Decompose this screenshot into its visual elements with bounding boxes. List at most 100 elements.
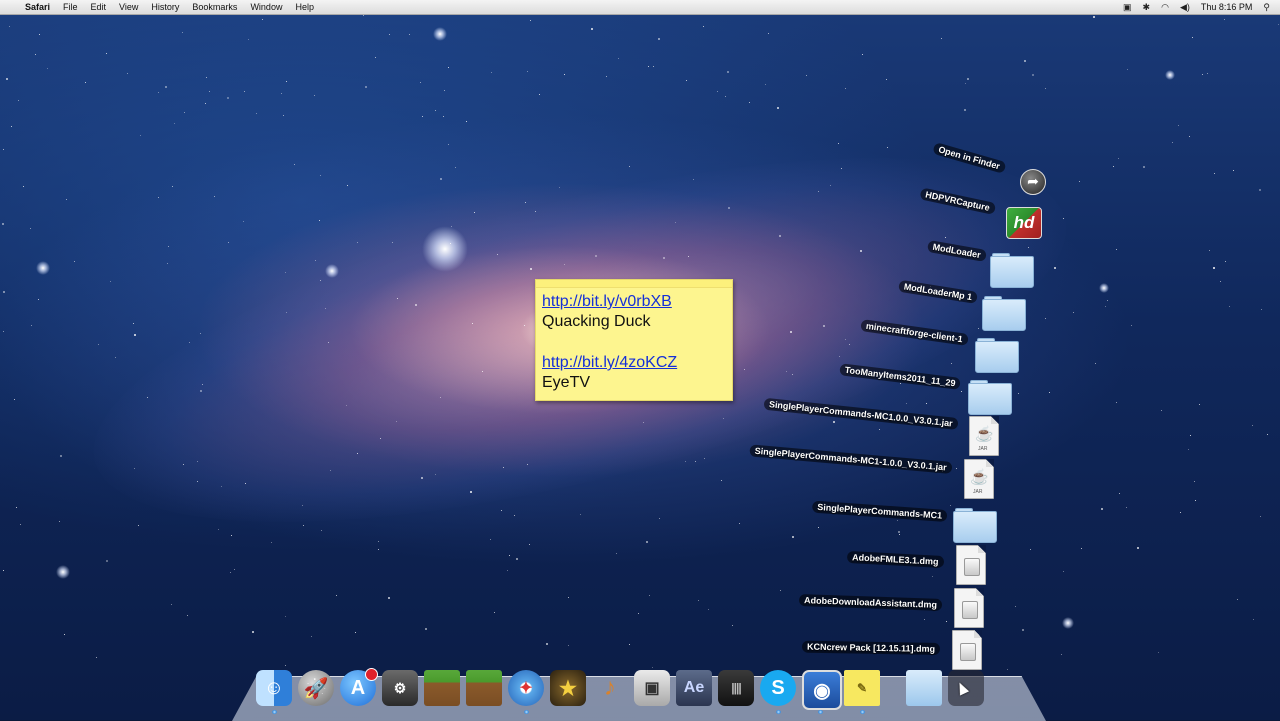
sticky-link-1[interactable]: http://bit.ly/v0rbXB: [542, 292, 726, 312]
star: [1214, 173, 1215, 174]
star: [1261, 309, 1262, 310]
star: [1178, 125, 1179, 126]
star: [530, 20, 531, 21]
star: [389, 34, 390, 35]
star: [218, 529, 219, 530]
dock-minecraft[interactable]: [424, 670, 462, 708]
trash-icon[interactable]: [990, 670, 1026, 706]
dock-safari[interactable]: ✦: [508, 670, 546, 714]
dmg-file-icon[interactable]: [950, 545, 990, 585]
star: [209, 91, 210, 92]
menu-edit[interactable]: Edit: [91, 0, 107, 14]
dock-after-effects[interactable]: Ae: [676, 670, 714, 708]
star: [708, 609, 709, 610]
star: [206, 77, 207, 78]
star: [494, 612, 495, 613]
volume-icon[interactable]: ◀): [1180, 0, 1190, 14]
star: [106, 560, 108, 562]
star: [862, 54, 863, 55]
folder-icon[interactable]: [982, 291, 1026, 331]
dmg-file-icon[interactable]: [946, 630, 986, 670]
jar-file-icon[interactable]: ☕ JAR: [958, 459, 998, 499]
stickies-icon[interactable]: ✎: [844, 670, 880, 706]
star: [1207, 73, 1208, 74]
star: [187, 615, 188, 616]
menu-clock[interactable]: Thu 8:16 PM: [1201, 0, 1253, 14]
star: [311, 636, 312, 637]
dock-app-store[interactable]: A: [340, 668, 378, 708]
folder-icon[interactable]: [953, 503, 997, 543]
star: [1199, 404, 1200, 405]
bluetooth-icon[interactable]: ✱: [1143, 0, 1151, 14]
skype-icon[interactable]: S: [760, 670, 796, 706]
menu-window[interactable]: Window: [250, 0, 282, 14]
sticky-titlebar[interactable]: [536, 280, 732, 288]
imovie-icon[interactable]: ★: [550, 670, 586, 706]
mixer-icon[interactable]: ||||: [718, 670, 754, 706]
dock-finder[interactable]: ☺: [256, 670, 294, 714]
folder-icon[interactable]: [906, 670, 942, 706]
screen-record-icon[interactable]: ▣: [1123, 0, 1132, 14]
menu-file[interactable]: File: [63, 0, 78, 14]
sticky-link-2[interactable]: http://bit.ly/4zoKCZ: [542, 353, 726, 373]
wifi-icon[interactable]: ◠: [1161, 0, 1169, 14]
hd-app-icon[interactable]: hd: [1006, 207, 1046, 247]
preview-icon[interactable]: ◉: [802, 670, 842, 710]
dock-garageband[interactable]: ♪: [592, 670, 630, 708]
launchpad-icon[interactable]: 🚀: [298, 670, 334, 706]
dock-skype[interactable]: S: [760, 670, 798, 714]
dock-photo-booth[interactable]: ▣: [634, 670, 672, 708]
star: [1127, 69, 1128, 70]
star: [365, 86, 367, 88]
dock-steam[interactable]: ⚙: [382, 670, 420, 708]
safari-icon[interactable]: ✦: [508, 670, 544, 706]
dmg-file-icon[interactable]: [948, 588, 988, 628]
star: [595, 255, 597, 257]
fan-label-kcncrew-pack[interactable]: KCNcrew Pack [12.15.11].dmg: [801, 640, 941, 655]
dock-minecraft-alt[interactable]: [466, 670, 504, 708]
minecraft-alt-icon[interactable]: [466, 670, 502, 706]
menu-help[interactable]: Help: [295, 0, 314, 14]
menu-bookmarks[interactable]: Bookmarks: [192, 0, 237, 14]
menu-app-name[interactable]: Safari: [25, 0, 50, 14]
folder-icon[interactable]: [975, 333, 1019, 373]
folder-icon[interactable]: [990, 248, 1034, 288]
star: [138, 525, 139, 526]
star: [723, 418, 724, 419]
menu-view[interactable]: View: [119, 0, 138, 14]
dock-mixer[interactable]: ||||: [718, 670, 756, 708]
sticky-note[interactable]: http://bit.ly/v0rbXB Quacking Duck http:…: [535, 279, 733, 401]
star: [514, 515, 515, 516]
dock-launchpad[interactable]: 🚀: [298, 670, 336, 708]
bright-star: [56, 565, 70, 579]
notification-badge: [365, 668, 378, 681]
dock-imovie[interactable]: ★: [550, 670, 588, 708]
star: [285, 272, 286, 273]
star: [507, 570, 508, 571]
garageband-icon[interactable]: ♪: [592, 670, 628, 706]
minecraft-icon[interactable]: [424, 670, 460, 706]
steam-icon[interactable]: ⚙: [382, 670, 418, 706]
search-icon[interactable]: ⚲: [1263, 0, 1270, 14]
photo-booth-icon[interactable]: ▣: [634, 670, 670, 706]
open-arrow-icon[interactable]: ➦: [1020, 169, 1060, 209]
sticky-text-2: EyeTV: [542, 374, 591, 391]
star: [444, 90, 445, 91]
dock-trash[interactable]: [990, 670, 1028, 708]
jar-file-icon[interactable]: ☕ JAR: [963, 416, 1003, 456]
star: [1116, 249, 1117, 250]
dock-stickies[interactable]: ✎: [844, 670, 882, 714]
star: [777, 107, 779, 109]
star: [47, 68, 48, 69]
star: [244, 91, 245, 92]
star: [286, 81, 287, 82]
star: [448, 144, 449, 145]
star: [397, 298, 398, 299]
dock-preview[interactable]: ◉: [802, 670, 842, 714]
star: [663, 257, 665, 259]
dock-downloads-folder[interactable]: [906, 670, 944, 708]
folder-icon[interactable]: [968, 375, 1012, 415]
finder-icon[interactable]: ☺: [256, 670, 292, 706]
after-effects-icon[interactable]: Ae: [676, 670, 712, 706]
menu-history[interactable]: History: [151, 0, 179, 14]
